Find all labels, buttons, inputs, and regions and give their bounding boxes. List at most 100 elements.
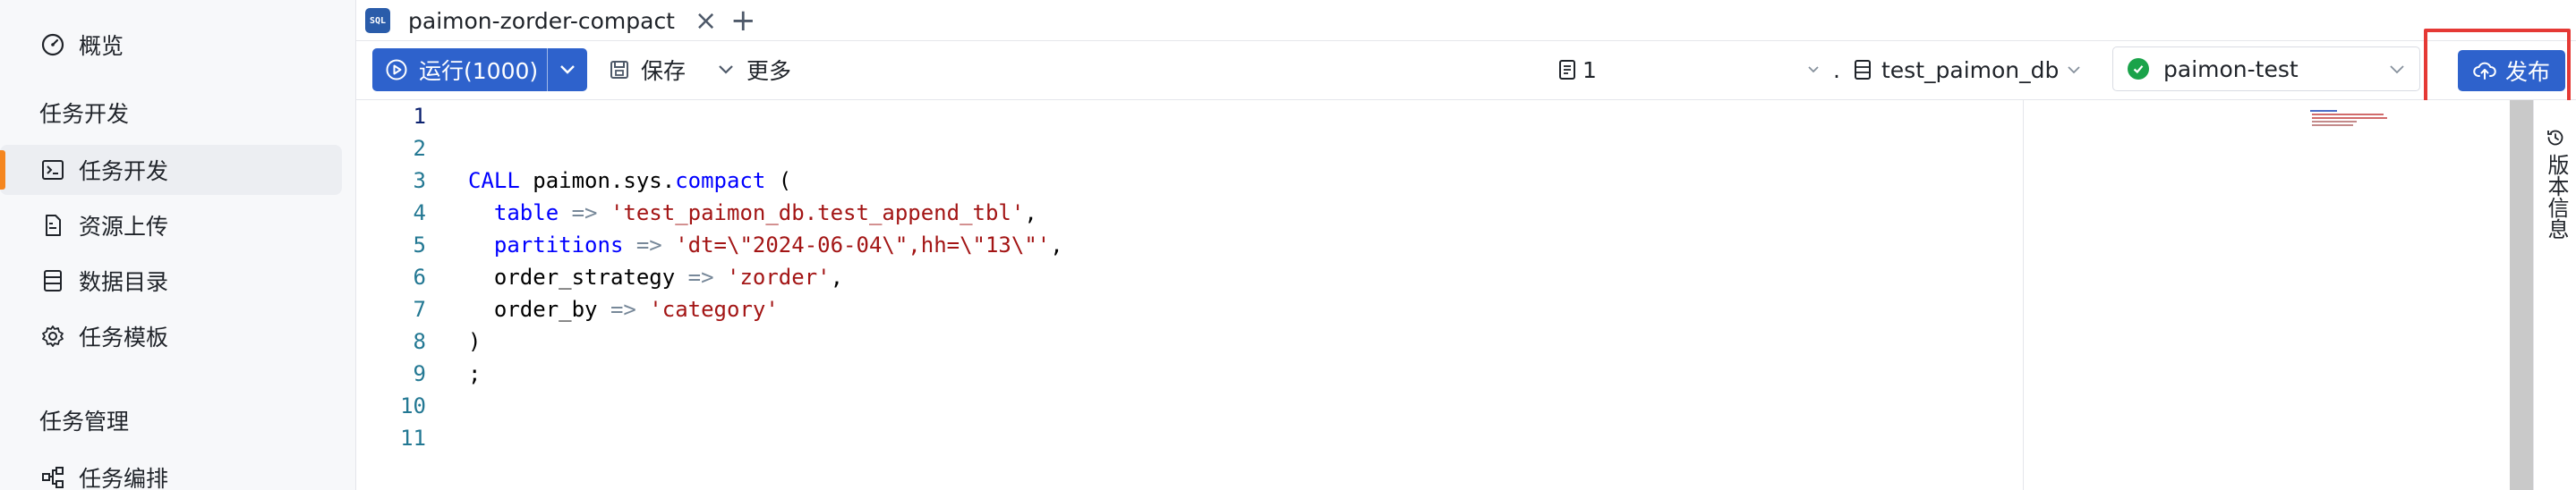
run-button[interactable]: 运行(1000) xyxy=(372,48,587,91)
sidebar-item-overview[interactable]: 概览 xyxy=(0,20,342,70)
environment-value: paimon-test xyxy=(2163,55,2299,82)
token: order_by xyxy=(493,297,598,322)
token: , xyxy=(830,265,844,290)
database-list-icon xyxy=(39,267,66,294)
code-editor[interactable]: 1 2 3 4 5 6 7 8 9 10 11 CALL paimon.sys.… xyxy=(356,100,2023,490)
more-button[interactable]: 更多 xyxy=(716,48,791,91)
minimap-line xyxy=(2310,110,2337,112)
sidebar-item-task-template[interactable]: 任务模板 xyxy=(0,311,342,361)
line-number: 5 xyxy=(413,232,426,258)
sidebar-group-dev: 任务开发 xyxy=(39,101,130,127)
line-number: 6 xyxy=(413,265,426,290)
code-line-9: ; xyxy=(468,361,481,386)
line-number: 11 xyxy=(400,426,426,451)
line-number: 7 xyxy=(413,297,426,322)
sidebar-group-manage: 任务管理 xyxy=(39,409,130,435)
close-icon[interactable]: × xyxy=(695,5,717,37)
vertical-scrollbar[interactable] xyxy=(2510,100,2533,490)
sidebar-item-label: 数据目录 xyxy=(79,269,169,295)
line-number: 4 xyxy=(413,200,426,225)
token: , xyxy=(1024,200,1037,225)
token: 'test_paimon_db.test_append_tbl' xyxy=(610,200,1025,225)
cloud-upload-icon xyxy=(2473,60,2496,81)
minimap-line xyxy=(2312,117,2387,119)
workflow-icon xyxy=(39,464,66,490)
sql-file-icon: SQL xyxy=(365,8,390,33)
line-number: 1 xyxy=(413,104,426,129)
token: 'zorder' xyxy=(727,265,831,290)
token: => xyxy=(623,232,676,258)
environment-select[interactable]: paimon-test xyxy=(2112,46,2420,91)
line-number: 10 xyxy=(400,393,426,418)
tab-paimon-zorder-compact[interactable]: SQL paimon-zorder-compact × xyxy=(365,0,717,41)
run-label: 运行(1000) xyxy=(419,58,539,84)
chevron-down-icon xyxy=(560,65,575,74)
run-dropdown-button[interactable] xyxy=(548,48,587,91)
token: compact xyxy=(675,168,766,193)
database-value: test_paimon_db xyxy=(1881,56,2060,83)
token: table xyxy=(493,200,559,225)
token: ) xyxy=(468,329,482,354)
token: => xyxy=(559,200,610,225)
save-icon xyxy=(609,59,630,80)
token: partitions xyxy=(493,232,624,258)
catalog-separator: . xyxy=(1833,56,1840,83)
sidebar-item-resource-upload[interactable]: 资源上传 xyxy=(0,200,342,250)
token: , xyxy=(1050,232,1063,258)
minimap-line xyxy=(2312,121,2357,122)
code-line-3: CALL paimon.sys.compact ( xyxy=(468,168,791,193)
code-line-5: partitions => 'dt=\"2024-06-04\",hh=\"13… xyxy=(468,232,1063,258)
line-number: 9 xyxy=(413,361,426,386)
sidebar-item-label: 任务编排 xyxy=(79,466,169,490)
chevron-down-icon xyxy=(716,60,736,80)
catalog-file-icon xyxy=(1557,59,1577,80)
sidebar-item-data-catalog[interactable]: 数据目录 xyxy=(0,256,342,306)
code-line-7: order_by => 'category' xyxy=(468,297,779,322)
chevron-down-icon xyxy=(2387,58,2407,84)
token: order_strategy xyxy=(493,265,676,290)
token: => xyxy=(675,265,727,290)
token: paimon.sys. xyxy=(519,168,676,193)
terminal-icon xyxy=(39,156,66,183)
line-number: 2 xyxy=(413,136,426,161)
sidebar-item-label: 资源上传 xyxy=(79,214,169,240)
more-label: 更多 xyxy=(746,58,792,84)
sidebar-item-label: 任务开发 xyxy=(79,158,169,184)
token: 'category' xyxy=(649,297,779,322)
history-clock-icon xyxy=(2545,127,2566,152)
dashboard-gauge-icon xyxy=(39,31,66,58)
play-circle-icon xyxy=(385,58,408,81)
database-icon xyxy=(1853,59,1872,80)
database-select[interactable]: test_paimon_db xyxy=(1853,48,2082,91)
chevron-down-icon xyxy=(2066,62,2082,78)
code-minimap[interactable] xyxy=(2023,100,2510,490)
sidebar-item-label: 任务模板 xyxy=(79,325,169,351)
minimap-line xyxy=(2312,124,2353,126)
sidebar-item-task-orchestration[interactable]: 任务编排 xyxy=(0,452,342,490)
editor-tab-bar: SQL paimon-zorder-compact × + xyxy=(356,0,2576,41)
file-icon xyxy=(39,212,66,239)
code-line-6: order_strategy => 'zorder', xyxy=(468,265,843,290)
save-button[interactable]: 保存 xyxy=(609,48,686,91)
catalog-select[interactable]: 1 xyxy=(1557,48,1821,91)
catalog-value: 1 xyxy=(1582,56,1597,83)
redacted-area xyxy=(1596,52,1804,88)
add-tab-icon[interactable]: + xyxy=(730,0,756,41)
sidebar-item-task-dev[interactable]: 任务开发 xyxy=(0,145,342,195)
code-line-8: ) xyxy=(468,329,481,354)
token: => xyxy=(597,297,650,322)
tab-label: paimon-zorder-compact xyxy=(408,7,675,34)
line-number: 3 xyxy=(413,168,426,193)
line-number-gutter: 1 2 3 4 5 6 7 8 9 10 11 xyxy=(356,100,428,490)
minimap-line xyxy=(2312,114,2384,115)
check-circle-icon xyxy=(2128,58,2149,80)
run-main-button[interactable]: 运行(1000) xyxy=(372,48,548,91)
editor-toolbar: 运行(1000) 保存 更多 1 . test_paimon_db paimon… xyxy=(356,41,2576,100)
gear-icon xyxy=(39,323,66,350)
version-info-panel[interactable]: 版本信息 xyxy=(2533,100,2576,490)
publish-button[interactable]: 发布 xyxy=(2458,50,2565,91)
